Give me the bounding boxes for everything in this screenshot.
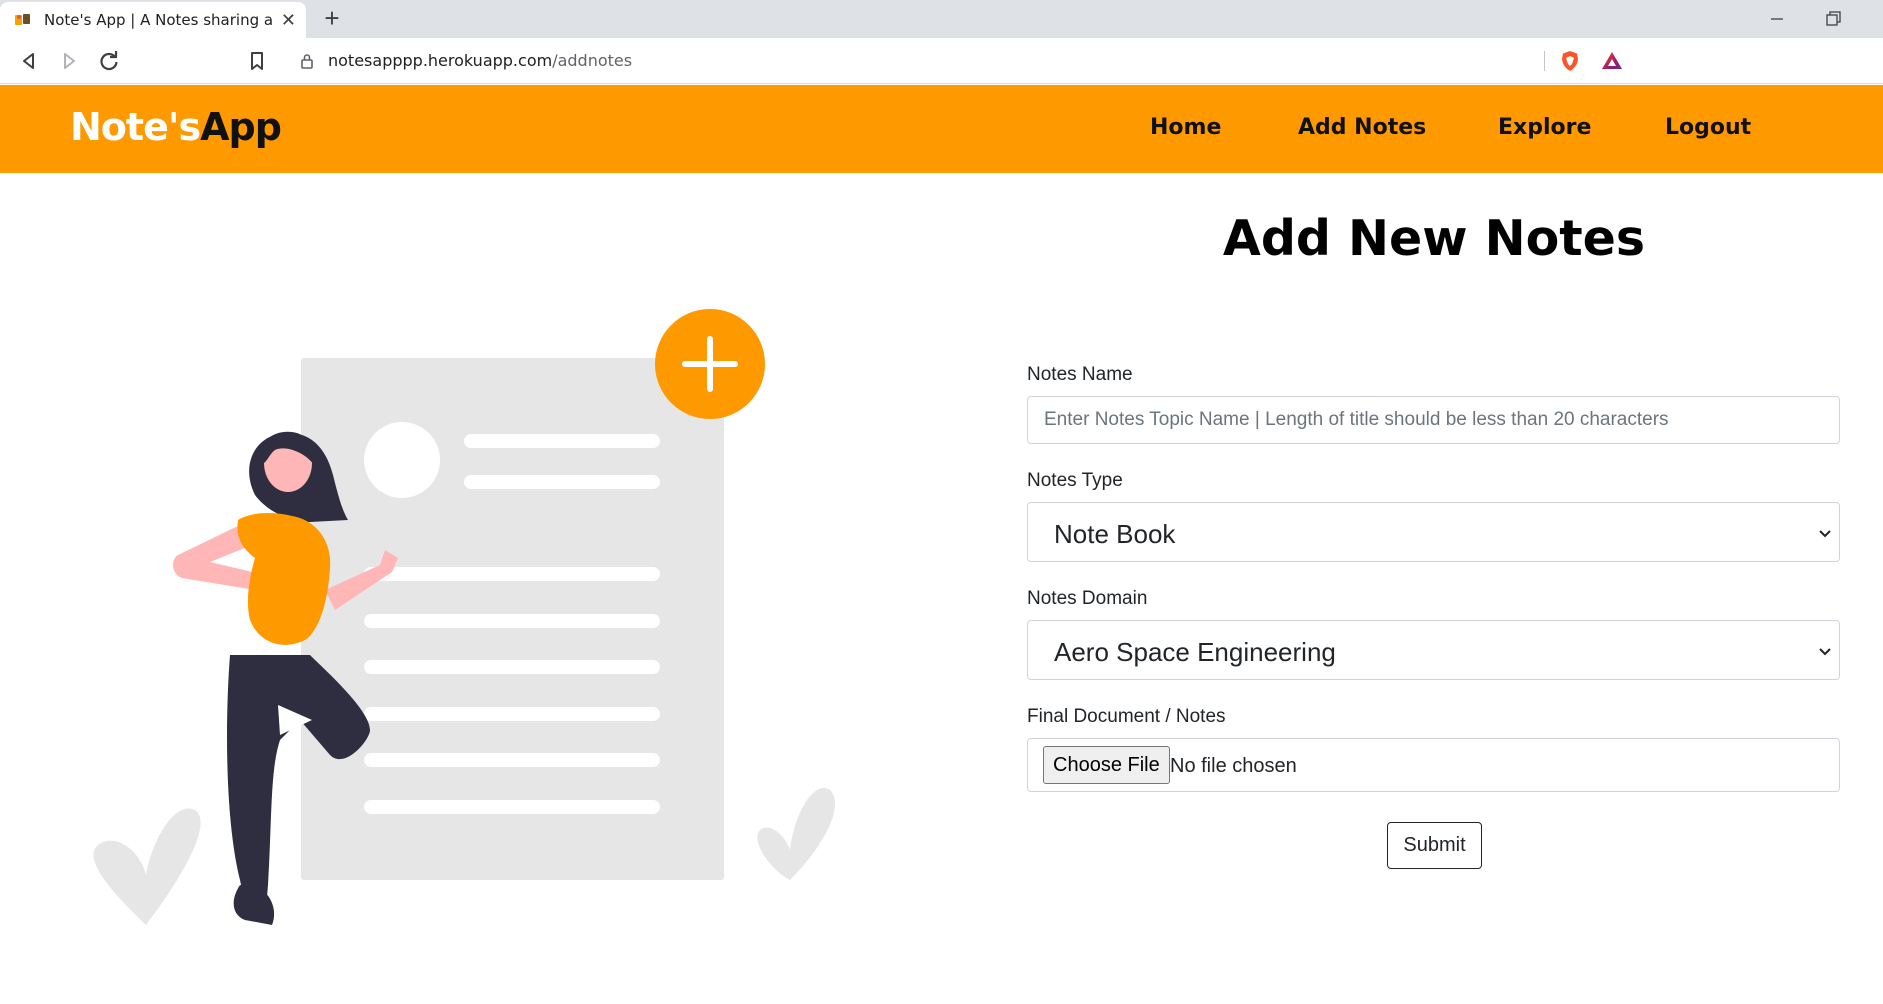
- url-domain: notesapppp.herokuapp.com: [328, 51, 553, 70]
- notes-domain-label: Notes Domain: [1027, 588, 1148, 609]
- file-status-text: No file chosen: [1170, 755, 1297, 777]
- back-arrow-icon[interactable]: [16, 48, 42, 74]
- tab-title: Note's App | A Notes sharing app: [44, 11, 273, 29]
- restore-window-icon[interactable]: [1818, 6, 1848, 32]
- chevron-down-icon: [1817, 643, 1833, 659]
- browser-tab[interactable]: Note's App | A Notes sharing app ✕: [0, 2, 306, 38]
- submit-button[interactable]: Submit: [1387, 822, 1482, 869]
- nav-link-explore[interactable]: Explore: [1498, 115, 1591, 140]
- browser-toolbar: notesapppp.herokuapp.com/addnotes: [0, 38, 1883, 84]
- browser-tab-bar: Note's App | A Notes sharing app ✕ +: [0, 0, 1883, 38]
- plus-circle-icon: [655, 309, 765, 419]
- notes-type-value: Note Book: [1054, 519, 1176, 549]
- leaf-right: [757, 788, 836, 880]
- add-notes-form: Notes Name Notes Type Note Book Notes Do…: [1027, 360, 1840, 869]
- notes-name-label: Notes Name: [1027, 364, 1133, 385]
- brand-logo[interactable]: Note'sApp: [70, 105, 282, 149]
- file-upload-field[interactable]: Choose File No file chosen: [1027, 738, 1840, 792]
- add-notes-illustration: [80, 300, 860, 940]
- page-title: Add New Notes: [1222, 210, 1646, 267]
- forward-arrow-icon[interactable]: [56, 48, 82, 74]
- final-document-label: Final Document / Notes: [1027, 706, 1226, 727]
- notes-domain-select[interactable]: Aero Space Engineering: [1027, 620, 1840, 680]
- notes-type-label: Notes Type: [1027, 470, 1123, 491]
- leaf-left: [93, 808, 201, 925]
- address-bar[interactable]: notesapppp.herokuapp.com/addnotes: [286, 43, 1634, 79]
- reload-icon[interactable]: [96, 48, 122, 74]
- nav-link-logout[interactable]: Logout: [1665, 115, 1751, 140]
- nav-link-home[interactable]: Home: [1150, 115, 1221, 140]
- brand-part-notes: Note's: [70, 105, 201, 149]
- chevron-down-icon: [1817, 525, 1833, 541]
- notes-type-select[interactable]: Note Book: [1027, 502, 1840, 562]
- document-avatar-circle: [364, 422, 440, 498]
- notes-name-input[interactable]: [1027, 396, 1840, 444]
- minimize-window-icon[interactable]: [1762, 6, 1792, 32]
- lock-icon: [300, 53, 314, 69]
- bookmark-icon[interactable]: [244, 48, 270, 74]
- brave-rewards-icon[interactable]: [1600, 49, 1624, 73]
- new-tab-button[interactable]: +: [318, 5, 346, 33]
- brand-part-app: App: [200, 105, 282, 149]
- notes-domain-value: Aero Space Engineering: [1054, 637, 1336, 667]
- nav-link-add-notes[interactable]: Add Notes: [1298, 115, 1426, 140]
- url-text[interactable]: notesapppp.herokuapp.com/addnotes: [328, 51, 632, 70]
- choose-file-button[interactable]: Choose File: [1043, 746, 1170, 784]
- brave-shield-icon[interactable]: [1558, 49, 1582, 73]
- address-bar-divider: [1544, 51, 1545, 71]
- tab-close-icon[interactable]: ✕: [281, 10, 296, 31]
- app-favicon-icon: [14, 11, 32, 29]
- site-navbar: Note'sApp Home Add Notes Explore Logout: [0, 85, 1883, 173]
- url-path: /addnotes: [552, 51, 633, 70]
